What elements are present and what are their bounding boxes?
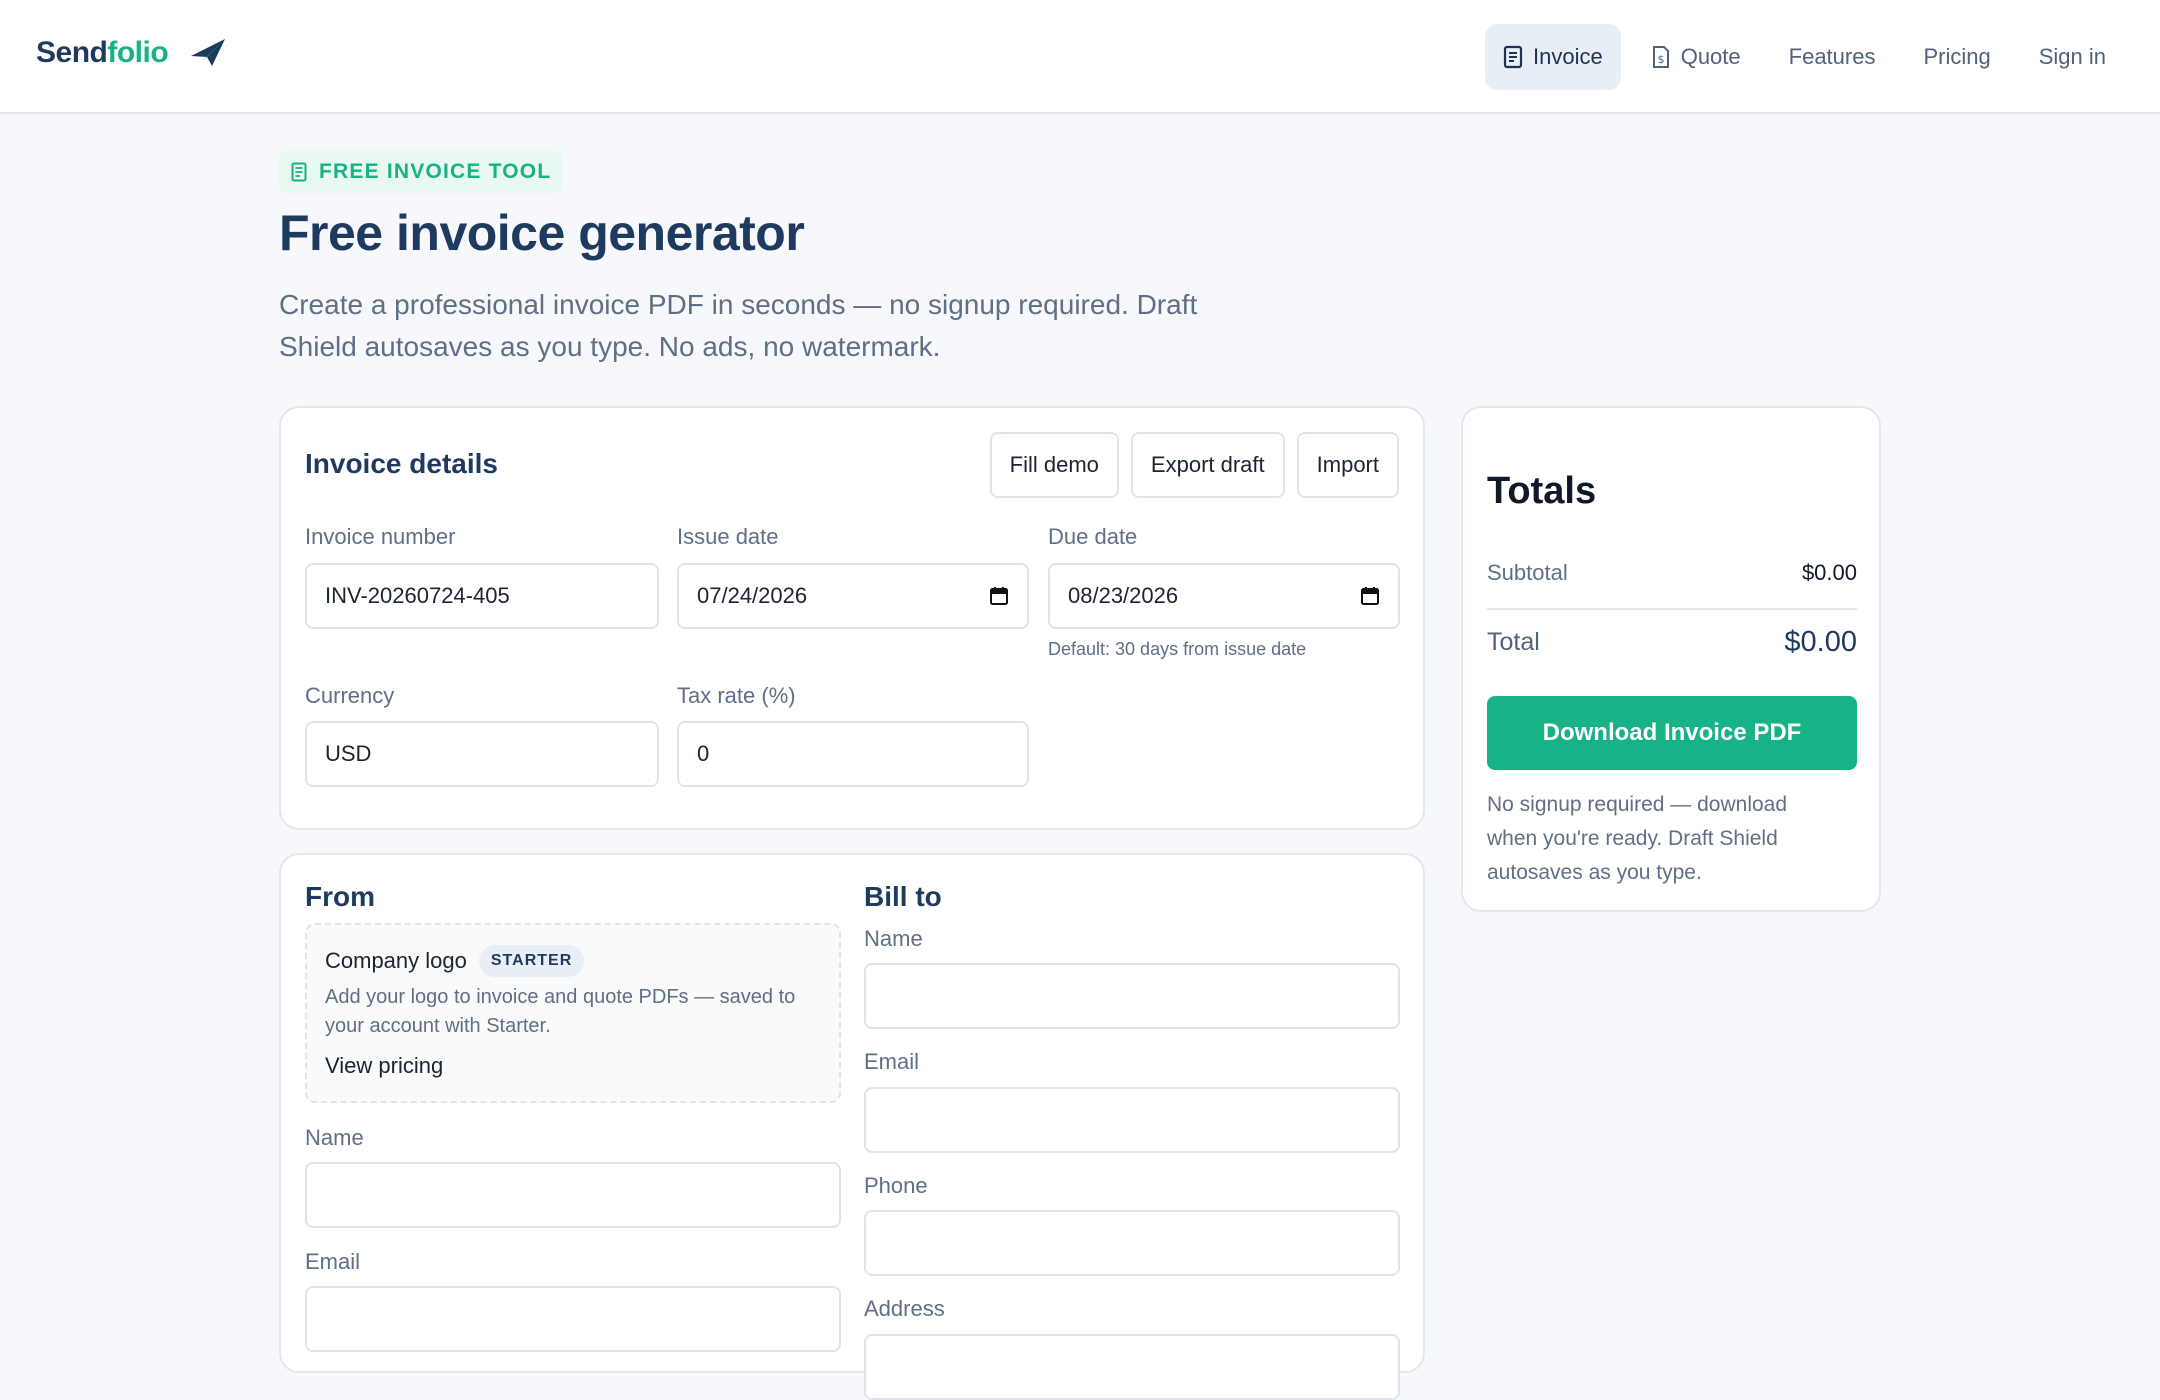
from-name-label: Name: [305, 1125, 364, 1150]
nav-quote[interactable]: $ Quote: [1633, 24, 1759, 90]
invoice-number-label: Invoice number: [305, 524, 456, 549]
top-navigation-bar: Sendfolio Invoice $ Quote Features Prici…: [0, 0, 2160, 114]
issue-date-value: 07/24/2026: [697, 583, 808, 608]
bill-to-phone-label: Phone: [864, 1173, 928, 1198]
nav-invoice[interactable]: Invoice: [1484, 24, 1621, 90]
currency-label: Currency: [305, 683, 395, 708]
company-logo-upsell: Company logo STARTER Add your logo to in…: [305, 923, 841, 1103]
brand-name-part1: Send: [36, 36, 108, 69]
bill-to-email-label: Email: [864, 1049, 920, 1074]
invoice-doc-icon: [291, 162, 307, 182]
bill-to-title: Bill to: [864, 881, 942, 912]
page-subtitle: Create a professional invoice PDF in sec…: [279, 289, 1198, 362]
invoice-details-title: Invoice details: [305, 448, 498, 479]
from-email-label: Email: [305, 1249, 361, 1274]
bill-to-address-input[interactable]: [864, 1334, 1400, 1400]
calendar-icon[interactable]: [989, 586, 1009, 606]
brand-logo[interactable]: Sendfolio: [36, 36, 226, 70]
tax-rate-input[interactable]: 0: [677, 721, 1029, 787]
invoice-number-value: INV-20260724-405: [325, 583, 510, 608]
view-pricing-link[interactable]: View pricing: [325, 1053, 443, 1079]
nav-features[interactable]: Features: [1771, 24, 1894, 90]
paper-plane-icon: [191, 39, 226, 66]
company-logo-heading: Company logo STARTER: [325, 945, 585, 977]
tax-rate-label: Tax rate (%): [677, 683, 796, 708]
total-value: $0.00: [1784, 626, 1857, 658]
nav-sign-in[interactable]: Sign in: [2021, 24, 2124, 90]
from-title: From: [305, 881, 375, 912]
brand-name-part2: folio: [107, 36, 169, 69]
invoice-details-card: Invoice details Fill demo Export draft I…: [279, 406, 1425, 830]
totals-card: Totals Subtotal $0.00 Total $0.00 Downlo…: [1461, 406, 1881, 912]
company-logo-description: Add your logo to invoice and quote PDFs …: [325, 986, 796, 1037]
from-name-input[interactable]: [305, 1162, 841, 1228]
brand-name: Sendfolio: [36, 36, 169, 70]
totals-divider: [1487, 608, 1857, 610]
issue-date-input[interactable]: 07/24/2026: [677, 563, 1029, 629]
nav-pricing[interactable]: Pricing: [1905, 24, 2008, 90]
starter-tier-badge: STARTER: [478, 945, 585, 977]
company-logo-title: Company logo: [325, 948, 467, 973]
totals-title: Totals: [1487, 470, 1597, 512]
export-draft-button[interactable]: Export draft: [1130, 432, 1285, 498]
free-tool-badge: FREE INVOICE TOOL: [279, 151, 564, 193]
subtotal-value: $0.00: [1801, 560, 1857, 585]
quote-doc-icon: $: [1652, 46, 1669, 68]
bill-to-address-label: Address: [864, 1296, 945, 1321]
bill-to-name-input[interactable]: [864, 963, 1400, 1029]
svg-text:$: $: [1657, 53, 1664, 66]
download-invoice-pdf-button[interactable]: Download Invoice PDF: [1487, 696, 1857, 770]
bill-to-phone-input[interactable]: [864, 1210, 1400, 1276]
draft-actions: Fill demo Export draft Import: [978, 432, 1399, 498]
currency-value: USD: [325, 741, 372, 766]
due-date-input[interactable]: 08/23/2026: [1048, 563, 1400, 629]
fill-demo-button[interactable]: Fill demo: [989, 432, 1119, 498]
total-row: Total $0.00: [1487, 626, 1857, 659]
subtotal-label: Subtotal: [1487, 560, 1568, 585]
issue-date-label: Issue date: [677, 524, 779, 549]
due-date-hint: Default: 30 days from issue date: [1048, 639, 1307, 659]
due-date-label: Due date: [1048, 524, 1138, 549]
bill-to-email-input[interactable]: [864, 1087, 1400, 1153]
tax-rate-value: 0: [697, 741, 710, 766]
total-label: Total: [1487, 628, 1540, 656]
import-button[interactable]: Import: [1296, 432, 1399, 498]
calendar-icon[interactable]: [1360, 586, 1380, 606]
from-email-input[interactable]: [305, 1286, 841, 1352]
due-date-value: 08/23/2026: [1068, 583, 1179, 608]
nav-invoice-label: Invoice: [1532, 44, 1603, 69]
bill-to-name-label: Name: [864, 926, 923, 951]
currency-input[interactable]: USD: [305, 721, 659, 787]
badge-label: FREE INVOICE TOOL: [319, 160, 552, 183]
main-nav: Invoice $ Quote Features Pricing Sign in: [1473, 24, 2124, 90]
invoice-number-input[interactable]: INV-20260724-405: [305, 563, 659, 629]
download-note: No signup required — download when you'r…: [1487, 793, 1788, 884]
parties-card: From Company logo STARTER Add your logo …: [279, 853, 1425, 1400]
page-title: Free invoice generator: [279, 205, 805, 261]
invoice-doc-icon: [1503, 45, 1523, 69]
subtotal-row: Subtotal $0.00: [1487, 560, 1857, 586]
nav-quote-label: Quote: [1680, 44, 1741, 69]
